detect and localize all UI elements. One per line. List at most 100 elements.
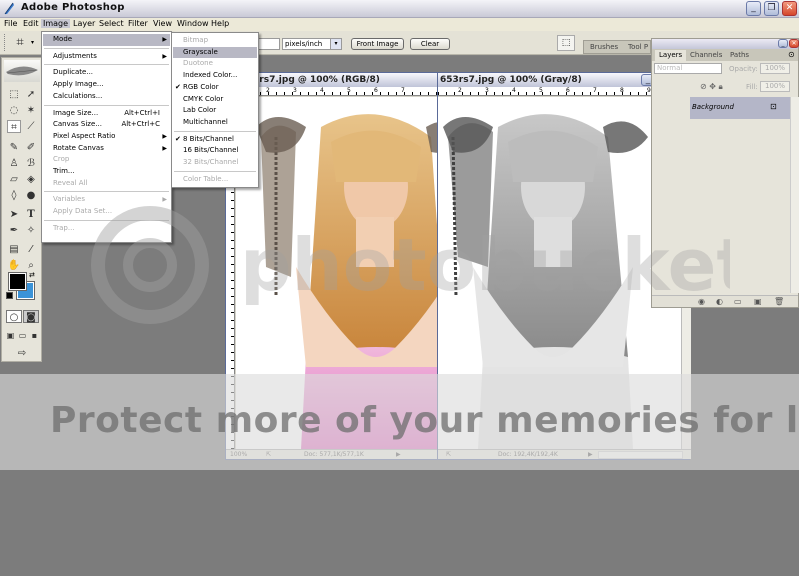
image-canvas-gray[interactable]: [438, 97, 681, 449]
menu-item-image-size[interactable]: Image Size... Alt+Ctrl+I: [43, 108, 170, 120]
swap-colors-icon[interactable]: ⇄: [29, 271, 35, 279]
resolution-input[interactable]: [258, 38, 280, 50]
menu-item-8-bits-channel[interactable]: 8 Bits/Channel ✔: [173, 134, 257, 146]
menu-item-calculations[interactable]: Calculations...: [43, 91, 170, 103]
status-menu-arrow-icon[interactable]: ▶: [588, 450, 593, 459]
eyedropper-tool-icon[interactable]: ⁄: [24, 243, 38, 256]
brush-tool-icon[interactable]: ✐: [24, 141, 38, 154]
healing-brush-tool-icon[interactable]: ✎: [7, 141, 21, 154]
menu-layer[interactable]: Layer: [71, 19, 97, 28]
notes-tool-icon[interactable]: ▤: [7, 243, 21, 256]
paint-bucket-tool-icon[interactable]: ◈: [24, 173, 38, 186]
menu-item-apply-data-set[interactable]: Apply Data Set...: [43, 206, 170, 218]
tab-paths[interactable]: Paths: [730, 50, 749, 61]
menu-item-crop[interactable]: Crop: [43, 154, 170, 166]
history-brush-tool-icon[interactable]: ℬ: [24, 157, 38, 170]
default-colors-icon[interactable]: [6, 292, 13, 299]
quick-mask-mode-icon[interactable]: ◙: [23, 310, 39, 323]
menu-item-apply-image[interactable]: Apply Image...: [43, 79, 170, 91]
options-bar-grip[interactable]: [4, 34, 6, 51]
dodge-tool-icon[interactable]: ●: [24, 189, 38, 202]
menu-item-16-bits-channel[interactable]: 16 Bits/Channel: [173, 145, 257, 157]
close-button[interactable]: ✕: [782, 1, 797, 16]
hand-tool-icon[interactable]: ✋: [7, 259, 21, 272]
menu-item-canvas-size[interactable]: Canvas Size... Alt+Ctrl+C: [43, 119, 170, 131]
crop-tool-icon[interactable]: ⌗: [7, 120, 21, 133]
full-screen-menu-mode-icon[interactable]: ▭: [17, 329, 28, 342]
clone-stamp-tool-icon[interactable]: ♙: [7, 157, 21, 170]
jump-to-imageready-icon[interactable]: ⇨: [8, 347, 36, 360]
horizontal-scrollbar[interactable]: [598, 451, 683, 459]
adjustment-layer-icon[interactable]: ◐: [716, 297, 723, 306]
pen-tool-icon[interactable]: ✒: [7, 224, 21, 237]
menu-item-trim[interactable]: Trim...: [43, 166, 170, 178]
menu-select[interactable]: Select: [97, 19, 126, 28]
new-layer-icon[interactable]: ▣: [754, 297, 762, 306]
palette-tab-brushes[interactable]: Brushes: [590, 43, 618, 51]
menu-item-color-table[interactable]: Color Table...: [173, 174, 257, 186]
layers-scrollbar[interactable]: [790, 97, 799, 293]
restore-button[interactable]: ❐: [764, 1, 779, 16]
standard-screen-mode-icon[interactable]: ▣: [5, 329, 16, 342]
menu-item-duotone[interactable]: Duotone: [173, 58, 257, 70]
menu-item-variables[interactable]: Variables ▶: [43, 194, 170, 206]
menu-item-rgb-color[interactable]: RGB Color ✔: [173, 82, 257, 94]
slice-tool-icon[interactable]: ⟋: [24, 120, 38, 133]
menu-image[interactable]: Image: [41, 19, 71, 28]
resolution-units-select[interactable]: pixels/inch ▾: [282, 38, 342, 50]
lasso-tool-icon[interactable]: ◌: [7, 104, 21, 117]
menu-item-indexed-color[interactable]: Indexed Color...: [173, 70, 257, 82]
navigator-icon[interactable]: ⇱: [446, 450, 451, 459]
menu-view[interactable]: View: [151, 19, 174, 28]
menu-item-trap[interactable]: Trap...: [43, 223, 170, 235]
tab-layers[interactable]: Layers: [655, 50, 687, 61]
front-image-button[interactable]: Front Image: [351, 38, 404, 50]
menu-item-multichannel[interactable]: Multichannel: [173, 117, 257, 129]
type-tool-icon[interactable]: T: [24, 208, 38, 221]
clear-button[interactable]: Clear: [410, 38, 450, 50]
menu-item-pixel-aspect-ratio[interactable]: Pixel Aspect Ratio ▶: [43, 131, 170, 143]
add-layer-style-icon[interactable]: ◉: [698, 297, 705, 306]
full-screen-mode-icon[interactable]: ▪: [29, 329, 40, 342]
move-tool-icon[interactable]: ➚: [24, 88, 38, 101]
status-menu-arrow-icon[interactable]: ▶: [396, 450, 401, 459]
menu-item-bitmap[interactable]: Bitmap: [173, 35, 257, 47]
layer-row[interactable]: Background ⊡: [690, 97, 790, 119]
trash-icon[interactable]: 🗑︎: [774, 297, 784, 306]
menu-item-cmyk-color[interactable]: CMYK Color: [173, 94, 257, 106]
opacity-input[interactable]: 100%: [760, 63, 790, 74]
magic-wand-tool-icon[interactable]: ✶: [24, 104, 38, 117]
menu-item-rotate-canvas[interactable]: Rotate Canvas ▶: [43, 143, 170, 155]
file-browser-icon[interactable]: ⬚: [557, 35, 575, 51]
adobe-online-feather-icon[interactable]: [4, 60, 40, 82]
standard-mode-icon[interactable]: ○: [6, 310, 22, 323]
foreground-color-swatch[interactable]: [8, 272, 27, 291]
menu-edit[interactable]: Edit: [21, 19, 41, 28]
layers-panel-titlebar[interactable]: _ ✕: [652, 39, 799, 49]
custom-shape-tool-icon[interactable]: ✧: [24, 224, 38, 237]
crop-icon[interactable]: ⌗: [13, 36, 27, 49]
menu-window[interactable]: Window: [175, 19, 211, 28]
menu-item-mode[interactable]: Mode ▶: [43, 34, 170, 46]
chevron-down-icon[interactable]: ▾: [330, 39, 341, 49]
menu-item-32-bits-channel[interactable]: 32 Bits/Channel: [173, 157, 257, 169]
menu-file[interactable]: File: [2, 19, 19, 28]
blur-tool-icon[interactable]: ◊: [7, 189, 21, 202]
navigator-icon[interactable]: ⇱: [266, 450, 271, 459]
zoom-level[interactable]: 100%: [230, 450, 247, 459]
path-selection-tool-icon[interactable]: ➤: [7, 208, 21, 221]
menu-help[interactable]: Help: [209, 19, 231, 28]
menu-filter[interactable]: Filter: [126, 19, 150, 28]
menu-item-lab-color[interactable]: Lab Color: [173, 105, 257, 117]
menu-item-reveal-all[interactable]: Reveal All: [43, 178, 170, 190]
marquee-tool-icon[interactable]: ⬚: [7, 88, 21, 101]
eraser-tool-icon[interactable]: ▱: [7, 173, 21, 186]
menu-item-grayscale[interactable]: Grayscale: [173, 46, 257, 59]
menu-item-duplicate[interactable]: Duplicate...: [43, 67, 170, 79]
lock-icons[interactable]: ⊘ ✥ 🔒︎: [700, 82, 723, 92]
palette-tab-tool-presets[interactable]: Tool P: [628, 43, 648, 51]
blend-mode-select[interactable]: Normal: [654, 63, 722, 74]
tab-channels[interactable]: Channels: [690, 50, 722, 61]
panel-close-button[interactable]: ✕: [789, 39, 799, 48]
panel-menu-icon[interactable]: ⊙: [788, 50, 795, 59]
